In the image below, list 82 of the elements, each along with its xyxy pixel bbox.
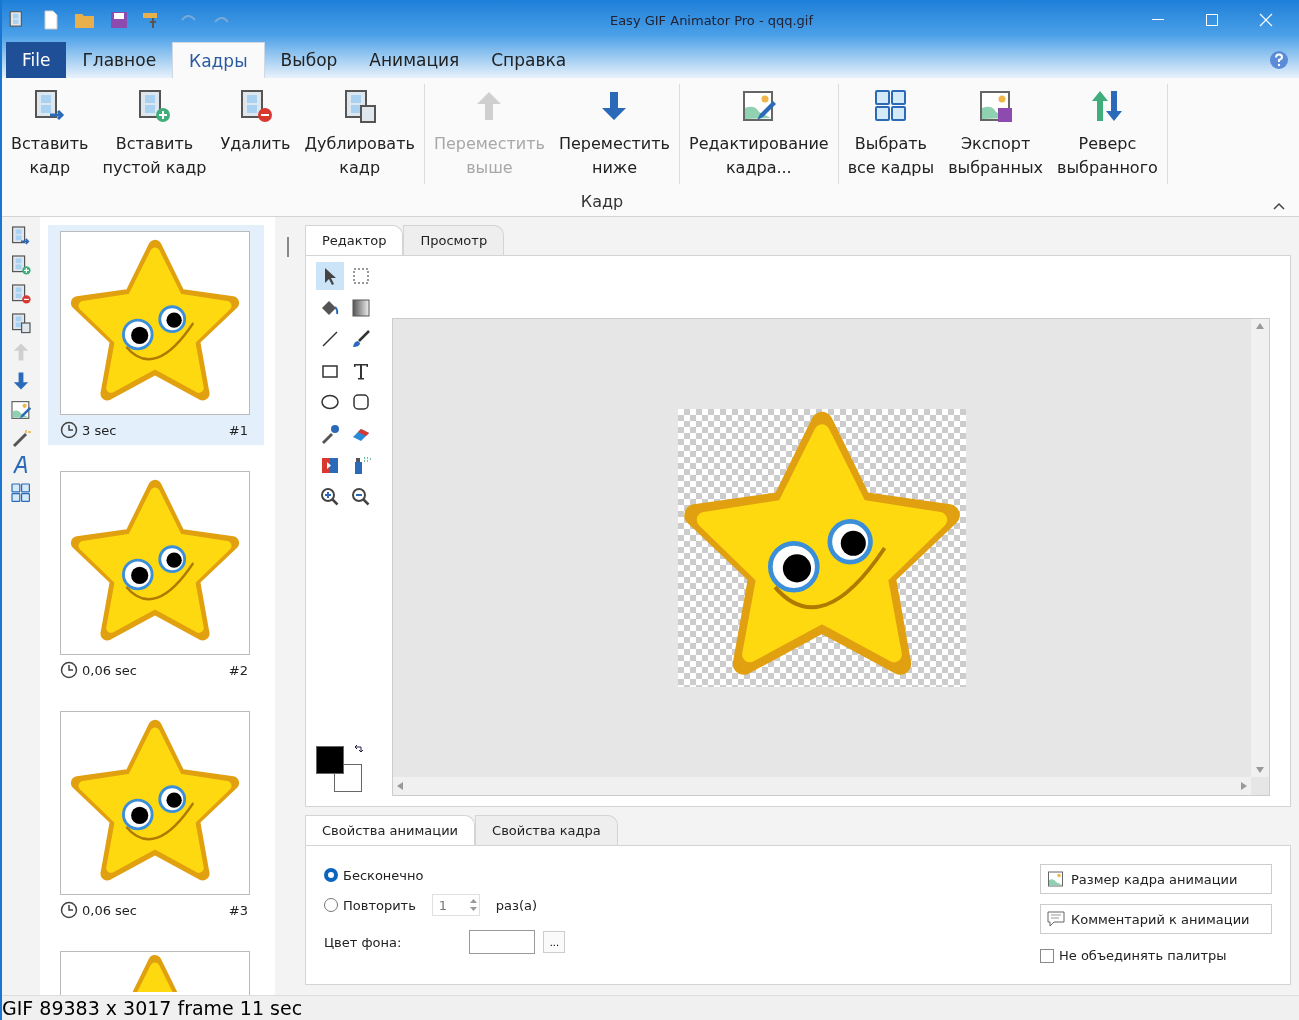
grid-icon: [10, 482, 32, 504]
color-replace-icon: [320, 455, 340, 475]
clock-icon: [60, 901, 78, 919]
ribbon-button[interactable]: Удалить: [213, 84, 298, 184]
magic-wand-icon[interactable]: [11, 428, 31, 448]
new-file-icon[interactable]: [42, 10, 60, 30]
file-menu-button[interactable]: File: [6, 42, 67, 78]
ribbon-button[interactable]: Экспорт выбранных: [941, 84, 1051, 184]
horizontal-scrollbar[interactable]: [393, 777, 1251, 795]
ribbon-tab[interactable]: Главное: [66, 42, 173, 78]
scroll-right-icon[interactable]: [1241, 782, 1247, 790]
radio-option[interactable]: Повторить: [324, 894, 416, 916]
scroll-down-icon[interactable]: [1256, 767, 1264, 773]
eyedropper-icon: [320, 423, 340, 444]
frame-duration: 3 sec: [82, 422, 117, 438]
frame-number: #1: [228, 422, 248, 438]
film-plus-icon: [10, 254, 32, 276]
zoom-in-icon: [320, 486, 340, 507]
rounded-rectangle-icon: [351, 392, 371, 412]
ribbon-button[interactable]: Выбрать все кадры: [840, 84, 942, 184]
scroll-up-icon[interactable]: [1256, 323, 1264, 329]
line-icon: [320, 329, 340, 349]
picture-disk-icon: [977, 88, 1014, 124]
comment-icon: [1047, 910, 1065, 928]
ribbon-tab[interactable]: Анимация: [353, 42, 476, 78]
zoom-out-icon: [351, 486, 371, 507]
picture-pen-icon: [740, 88, 777, 124]
ribbon-button[interactable]: Дублировать кадр: [297, 84, 422, 184]
scroll-left-icon[interactable]: [397, 782, 403, 790]
brush-icon: [351, 329, 371, 349]
picture-pen-icon: [10, 399, 32, 421]
group-label: Кадр: [579, 192, 625, 211]
clock-icon: [60, 421, 78, 439]
frame-duration: 0,06 sec: [82, 662, 137, 678]
tool-button[interactable]: [316, 262, 344, 290]
ribbon-tab[interactable]: Справка: [475, 42, 583, 78]
background-color-label: Цвет фона:: [324, 934, 402, 950]
selection-icon: [351, 266, 371, 286]
frame-number: #3: [228, 902, 248, 918]
properties-tab[interactable]: Свойства анимации: [305, 815, 476, 845]
frame-thumbnail[interactable]: 3 sec #1: [48, 225, 264, 445]
vertical-scrollbar[interactable]: [1251, 319, 1269, 777]
film-arrow-icon: [10, 225, 32, 247]
editor-tab[interactable]: Просмотр: [403, 225, 505, 255]
close-icon: [1259, 13, 1273, 27]
ribbon-button[interactable]: Вставить пустой кадр: [95, 84, 214, 184]
ribbon-button[interactable]: Вставить кадр: [4, 84, 96, 184]
resize-picture-icon: [1047, 870, 1065, 888]
ribbon-button[interactable]: Реверс выбранного: [1050, 84, 1165, 184]
ellipse-icon: [320, 392, 340, 412]
help-icon[interactable]: [1269, 50, 1289, 70]
film-copy-icon: [10, 312, 32, 334]
repeat-suffix: раз(а): [495, 897, 538, 913]
maximize-icon: [1206, 14, 1218, 26]
ribbon-tab[interactable]: Кадры: [172, 42, 265, 78]
frame-duration: 0,06 sec: [82, 902, 137, 918]
browse-button[interactable]: ...: [543, 931, 566, 953]
foreground-color-swatch[interactable]: [316, 746, 344, 774]
comment-button[interactable]: Комментарий к анимации: [1040, 904, 1272, 934]
checkbox-option[interactable]: Не объединять палитры: [1040, 948, 1272, 963]
grid-icon: [872, 88, 909, 124]
save-icon[interactable]: [110, 11, 128, 29]
swap-colors-icon[interactable]: [354, 744, 364, 754]
collapse-icon[interactable]: [1273, 202, 1285, 210]
clock-icon: [60, 661, 78, 679]
window-title: Easy GIF Animator Pro - qqq.gif: [608, 12, 815, 28]
editor-tab[interactable]: Редактор: [305, 225, 404, 255]
film-minus-icon: [10, 283, 32, 305]
spinner-arrows-icon[interactable]: [469, 898, 477, 912]
ribbon-button[interactable]: Редактирование кадра...: [682, 84, 836, 184]
minimize-icon: [1152, 19, 1164, 21]
radio-option[interactable]: Бесконечно: [324, 864, 566, 886]
frame-number: #2: [228, 662, 248, 678]
splitter-handle[interactable]: [287, 237, 289, 257]
ribbon-button[interactable]: Переместить ниже: [551, 84, 677, 184]
gradient-icon: [351, 297, 371, 318]
repeat-count-field[interactable]: 1: [431, 894, 480, 916]
frame-size-button[interactable]: Размер кадра анимации: [1040, 864, 1272, 894]
film-plus-icon: [136, 88, 173, 124]
background-color-field[interactable]: [469, 930, 536, 954]
ribbon-tab[interactable]: Выбор: [264, 42, 354, 78]
properties-tab[interactable]: Свойства кадра: [475, 815, 618, 845]
